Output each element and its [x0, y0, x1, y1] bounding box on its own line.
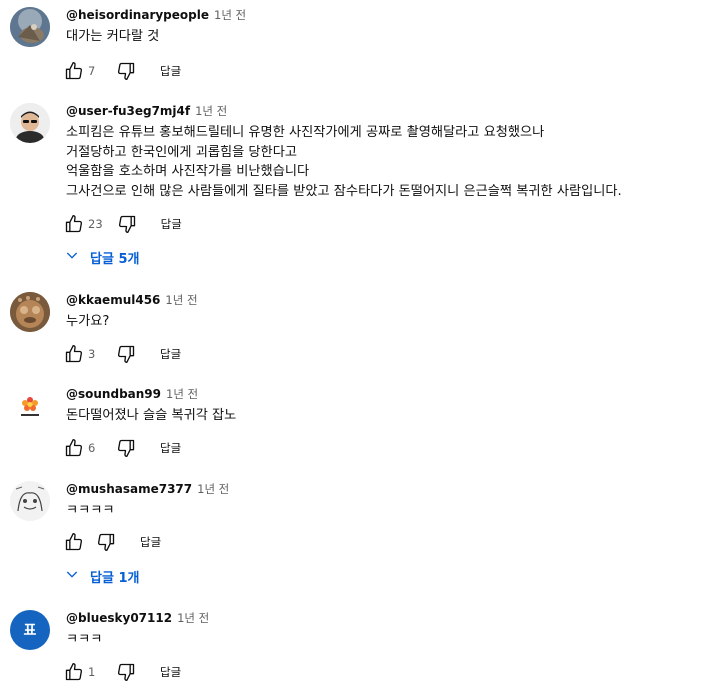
comment-actions: 1 답글	[64, 661, 181, 683]
thumb-down-icon[interactable]	[117, 214, 137, 234]
comment-text: ㅋㅋㅋ	[66, 632, 103, 647]
comment-actions: 3 답글	[64, 343, 181, 365]
replies-count-label: 답글 1개	[90, 570, 140, 586]
comment-time[interactable]: 1년 전	[177, 611, 209, 625]
comment-author[interactable]: @kkaemul456	[66, 293, 160, 307]
comment-author[interactable]: @heisordinarypeople	[66, 8, 209, 22]
thumb-down-icon[interactable]	[116, 438, 136, 458]
thumb-up-icon[interactable]	[64, 438, 84, 458]
avatar[interactable]: 표	[10, 610, 50, 650]
comment-author[interactable]: @mushasame7377	[66, 482, 192, 496]
thumb-down-icon[interactable]	[116, 662, 136, 682]
thumb-up-icon[interactable]	[64, 662, 84, 682]
avatar[interactable]	[10, 386, 50, 426]
comment-author[interactable]: @user-fu3eg7mj4f	[66, 104, 190, 118]
avatar[interactable]	[10, 7, 50, 47]
comment-text: 소피킴은 유튜브 홍보해드릴테니 유명한 사진작가에게 공짜로 촬영해달라고 요…	[66, 125, 622, 199]
thumb-up-icon[interactable]	[64, 344, 84, 364]
like-count: 23	[88, 217, 103, 231]
replies-toggle[interactable]: 답글 5개	[64, 244, 139, 270]
thumb-down-icon[interactable]	[96, 532, 116, 552]
thumb-up-icon[interactable]	[64, 61, 84, 81]
avatar-initial: 표	[23, 623, 37, 639]
reply-button[interactable]: 답글	[140, 534, 161, 550]
replies-count-label: 답글 5개	[90, 251, 140, 267]
comment-actions: 답글	[64, 531, 161, 553]
comment-author[interactable]: @bluesky07112	[66, 611, 172, 625]
comment-actions: 23 답글	[64, 213, 182, 235]
avatar[interactable]	[10, 103, 50, 143]
thumb-up-icon[interactable]	[64, 532, 84, 552]
reply-button[interactable]: 답글	[161, 216, 182, 232]
reply-button[interactable]: 답글	[160, 63, 181, 79]
comment-time[interactable]: 1년 전	[214, 8, 246, 22]
thumb-down-icon[interactable]	[116, 61, 136, 81]
comment-author[interactable]: @soundban99	[66, 387, 161, 401]
avatar[interactable]	[10, 292, 50, 332]
reply-button[interactable]: 답글	[160, 440, 181, 456]
comment-text: 대가는 커다랄 것	[66, 29, 160, 44]
chevron-down-icon	[64, 247, 80, 267]
comment-actions: 7 답글	[64, 60, 181, 82]
comment-time[interactable]: 1년 전	[165, 293, 197, 307]
comment-time[interactable]: 1년 전	[195, 104, 227, 118]
replies-toggle[interactable]: 답글 1개	[64, 563, 139, 589]
comment-text: ㅋㅋㅋㅋ	[66, 503, 115, 518]
like-count: 7	[88, 64, 96, 78]
comment-time[interactable]: 1년 전	[197, 482, 229, 496]
thumb-up-icon[interactable]	[64, 214, 84, 234]
avatar[interactable]	[10, 481, 50, 521]
chevron-down-icon	[64, 566, 80, 586]
thumb-down-icon[interactable]	[116, 344, 136, 364]
comment-actions: 6 답글	[64, 437, 181, 459]
reply-button[interactable]: 답글	[160, 346, 181, 362]
like-count: 6	[88, 441, 96, 455]
comment-time[interactable]: 1년 전	[166, 387, 198, 401]
reply-button[interactable]: 답글	[160, 664, 181, 680]
like-count: 1	[88, 665, 96, 679]
like-count: 3	[88, 347, 96, 361]
comment-text: 누가요?	[66, 314, 110, 329]
comment-text: 돈다떨어졌나 슬슬 복귀각 잡노	[66, 408, 237, 423]
